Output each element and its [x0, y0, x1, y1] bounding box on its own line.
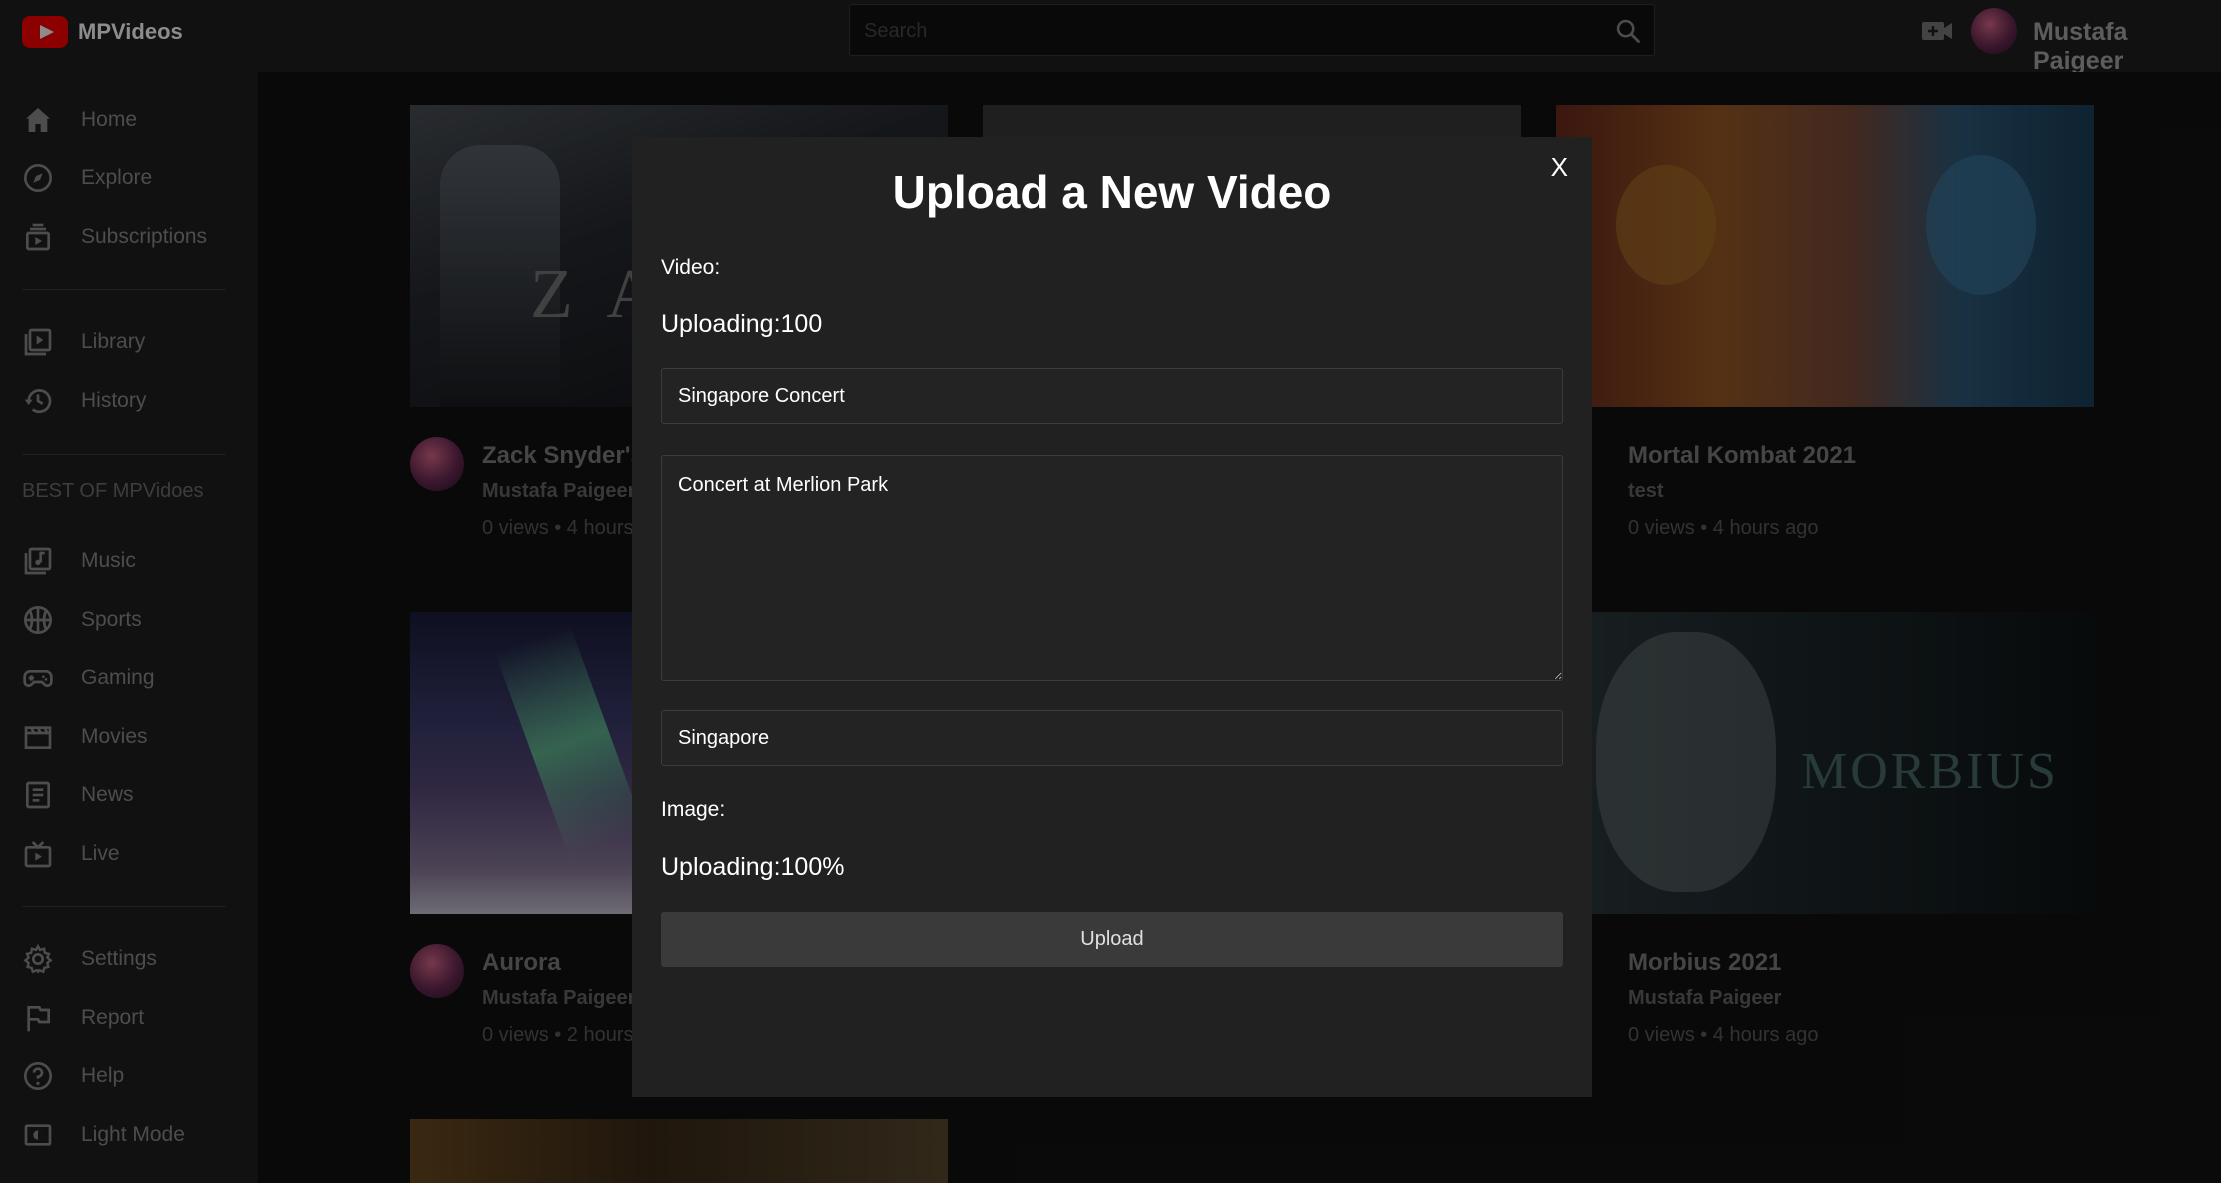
- video-card[interactable]: Mortal Kombat 2021 test 0 views • 4 hour…: [1538, 105, 2094, 539]
- image-label: Image:: [661, 798, 726, 821]
- video-meta: 0 views • 4 hours ago: [1628, 517, 1819, 539]
- subscriptions-icon: [26, 223, 50, 251]
- sidebar-item-subscriptions[interactable]: Subscriptions: [22, 217, 207, 257]
- video-card[interactable]: [410, 1119, 948, 1183]
- sidebar-item-label: Library: [81, 330, 146, 353]
- image-upload-status: Uploading:100%: [661, 853, 845, 881]
- sidebar-item-settings[interactable]: Settings: [22, 939, 157, 979]
- sidebar-item-label: News: [81, 783, 134, 806]
- sidebar-divider: [22, 289, 226, 290]
- sidebar-item-label: Light Mode: [81, 1123, 185, 1146]
- sidebar-item-label: Help: [81, 1064, 125, 1087]
- search-icon[interactable]: [1614, 17, 1642, 45]
- sidebar-item-music[interactable]: Music: [22, 541, 136, 581]
- location-input[interactable]: [661, 710, 1563, 766]
- light-mode-icon: [24, 1124, 52, 1146]
- user-name[interactable]: Mustafa Paigeer: [2033, 18, 2221, 76]
- gamepad-icon: [23, 670, 53, 688]
- user-avatar[interactable]: [1971, 8, 2017, 54]
- channel-avatar[interactable]: [410, 437, 464, 491]
- top-navbar: MPVideos Mustafa Paigeer: [0, 0, 2221, 75]
- sidebar-item-gaming[interactable]: Gaming: [22, 658, 155, 698]
- sidebar-item-report[interactable]: Report: [22, 998, 144, 1038]
- video-meta: 0 views • 2 hours: [482, 1024, 634, 1046]
- compass-icon: [24, 164, 52, 192]
- sidebar-item-label: Settings: [81, 947, 157, 970]
- sidebar-item-label: Subscriptions: [81, 225, 208, 248]
- video-thumbnail[interactable]: [410, 1119, 948, 1183]
- channel-name[interactable]: Mustafa Paigeer: [482, 480, 635, 503]
- video-title[interactable]: Morbius 2021: [1628, 949, 1781, 977]
- sidebar-divider: [22, 454, 226, 455]
- live-tv-icon: [24, 841, 52, 868]
- video-camera-add-icon[interactable]: [1920, 16, 1954, 46]
- video-meta: 0 views • 4 hours ago: [1628, 1024, 1819, 1046]
- upload-video-modal: X Upload a New Video Video: Uploading:10…: [632, 137, 1592, 1097]
- sidebar-item-light-mode[interactable]: Light Mode: [22, 1115, 185, 1155]
- sidebar-item-live[interactable]: Live: [22, 834, 120, 874]
- app-logo[interactable]: MPVideos: [22, 16, 183, 48]
- sidebar-item-help[interactable]: Help: [22, 1056, 124, 1096]
- video-card[interactable]: MORBIUS Morbius 2021 Mustafa Paigeer 0 v…: [1538, 612, 2094, 1046]
- search-bar: [849, 4, 1655, 57]
- music-icon: [24, 547, 52, 575]
- sidebar-item-label: Sports: [81, 608, 142, 631]
- gear-icon: [23, 943, 53, 974]
- sidebar-item-sports[interactable]: Sports: [22, 600, 142, 640]
- video-label: Video:: [661, 256, 721, 279]
- sidebar-item-label: Live: [81, 842, 120, 865]
- home-icon: [26, 108, 50, 132]
- sidebar-item-label: Report: [81, 1006, 145, 1029]
- sidebar-item-explore[interactable]: Explore: [22, 158, 152, 198]
- video-title[interactable]: Mortal Kombat 2021: [1628, 442, 1856, 470]
- modal-title: Upload a New Video: [892, 166, 1332, 218]
- channel-name[interactable]: Mustafa Paigeer: [1628, 987, 1781, 1010]
- channel-name[interactable]: test: [1628, 480, 1664, 503]
- sidebar-item-label: Music: [81, 549, 136, 572]
- sidebar-item-label: Movies: [81, 725, 148, 748]
- sidebar-item-history[interactable]: History: [22, 381, 146, 421]
- video-title[interactable]: Zack Snyder's: [482, 442, 644, 470]
- sidebar-item-news[interactable]: News: [22, 775, 134, 815]
- sidebar-item-label: Home: [81, 108, 138, 131]
- channel-name[interactable]: Mustafa Paigeer: [482, 987, 635, 1010]
- sidebar-item-movies[interactable]: Movies: [22, 717, 148, 757]
- sidebar-section-title: BEST OF MPVidoes: [22, 480, 204, 502]
- video-title[interactable]: Aurora: [482, 949, 561, 977]
- sports-icon: [24, 606, 52, 634]
- app-name: MPVideos: [78, 19, 183, 44]
- video-upload-status: Uploading:100: [661, 310, 823, 338]
- sidebar-item-library[interactable]: Library: [22, 322, 145, 362]
- search-input[interactable]: [862, 5, 1566, 57]
- upload-button[interactable]: Upload: [661, 912, 1563, 967]
- sidebar-item-label: Gaming: [81, 666, 155, 689]
- flag-icon: [27, 1006, 50, 1032]
- video-meta: 0 views • 4 hours: [482, 517, 634, 539]
- sidebar-item-label: Explore: [81, 166, 153, 189]
- sidebar: Home Explore Subscriptions Library Histo…: [0, 72, 258, 1183]
- library-icon: [24, 328, 52, 356]
- help-icon: [24, 1062, 52, 1090]
- history-icon: [24, 389, 52, 414]
- description-textarea[interactable]: Concert at Merlion Park: [661, 455, 1563, 681]
- sidebar-item-home[interactable]: Home: [22, 100, 137, 140]
- video-thumbnail[interactable]: [1556, 105, 2094, 407]
- news-icon: [26, 781, 50, 809]
- sidebar-divider: [22, 906, 226, 907]
- movie-icon: [24, 726, 52, 749]
- video-thumbnail[interactable]: MORBIUS: [1556, 612, 2094, 914]
- channel-avatar[interactable]: [410, 944, 464, 998]
- title-input[interactable]: [661, 368, 1563, 424]
- sidebar-item-label: History: [81, 389, 147, 412]
- play-logo-icon: [22, 16, 68, 48]
